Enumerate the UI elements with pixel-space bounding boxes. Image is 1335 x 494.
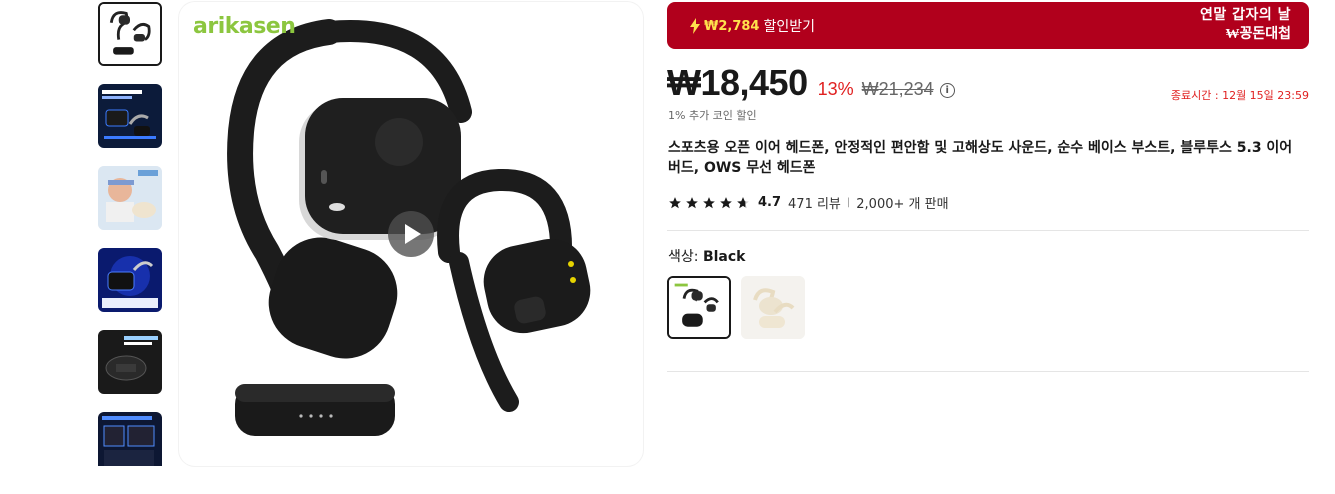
color-option-beige[interactable] <box>741 276 805 339</box>
product-title: 스포츠용 오픈 이어 헤드폰, 안정적인 편안함 및 고해상도 사운드, 순수 … <box>668 140 1293 176</box>
half-star-icon <box>737 196 749 208</box>
play-video-button[interactable] <box>388 211 434 257</box>
star-icon <box>686 196 698 208</box>
brand-logo: arikasen <box>193 14 296 39</box>
event-title-line1: 연말 갑자의 날 <box>1199 7 1291 23</box>
original-price: ₩21,234 <box>861 79 934 99</box>
sold-count: 2,000+ 개 판매 <box>856 197 949 212</box>
play-icon <box>405 224 421 244</box>
event-title: 연말 갑자의 날 ₩꽁돈대첩 <box>1200 6 1291 44</box>
color-swatches <box>667 276 815 339</box>
price-row: ₩18,450 13% ₩21,234 i <box>667 62 955 104</box>
color-label-text: 색상: <box>668 249 699 265</box>
thumbnail-2[interactable] <box>98 84 162 148</box>
color-option-black[interactable] <box>667 276 731 339</box>
main-product-image[interactable]: arikasen <box>179 2 643 466</box>
review-count[interactable]: 471 리뷰 <box>788 193 841 212</box>
rating-row: 4.7 471 리뷰 | 2,000+ 개 판매 <box>668 193 949 212</box>
thumbnail-3[interactable] <box>98 166 162 230</box>
star-rating[interactable] <box>668 196 753 210</box>
rating-value: 4.7 <box>758 195 782 210</box>
event-title-line2: ₩꽁돈대첩 <box>1225 26 1291 42</box>
info-icon[interactable]: i <box>939 83 955 98</box>
thumbnail-4[interactable] <box>98 248 162 312</box>
coin-discount-note: 1% 추가 코인 할인 <box>668 109 757 122</box>
selected-color: Black <box>702 249 746 265</box>
thumbnail-6[interactable] <box>98 412 162 466</box>
current-price: ₩18,450 <box>667 62 808 103</box>
star-icon <box>720 196 732 208</box>
coupon-amount: ₩2,784 <box>704 18 760 34</box>
lightning-icon <box>690 18 700 34</box>
color-label: 색상: Black <box>668 246 745 266</box>
sale-countdown: 종료시간 : 12월 15일 23:59 <box>1170 89 1309 102</box>
star-icon <box>669 196 681 208</box>
divider <box>667 230 1309 231</box>
promo-banner[interactable]: ₩2,784 할인받기 연말 갑자의 날 ₩꽁돈대첩 <box>667 2 1309 49</box>
coupon-claim[interactable]: ₩2,784 할인받기 <box>689 16 815 36</box>
discount-percent: 13% <box>817 79 854 99</box>
thumbnail-1[interactable] <box>98 2 162 66</box>
divider <box>667 371 1309 372</box>
thumbnail-list <box>98 2 162 466</box>
separator: | <box>846 197 851 208</box>
thumbnail-5[interactable] <box>98 330 162 394</box>
coupon-label: 할인받기 <box>763 19 815 35</box>
star-icon <box>703 196 715 208</box>
